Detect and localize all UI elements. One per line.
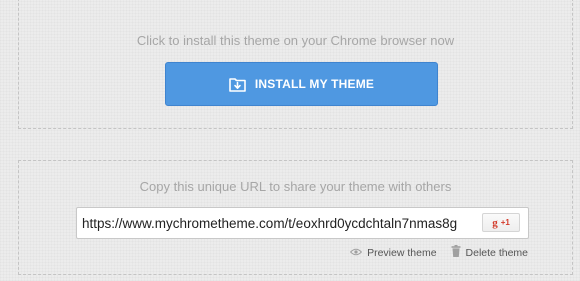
delete-theme-link[interactable]: Delete theme — [451, 245, 528, 260]
google-plus-one-button[interactable]: g +1 — [482, 213, 520, 232]
google-plus-icon: g — [492, 216, 498, 229]
preview-theme-link[interactable]: Preview theme — [349, 246, 437, 259]
theme-actions: Preview theme Delete theme — [349, 245, 528, 260]
install-caption: Click to install this theme on your Chro… — [136, 33, 455, 48]
preview-theme-label: Preview theme — [367, 246, 437, 259]
trash-icon — [451, 245, 461, 260]
install-panel: Click to install this theme on your Chro… — [18, 0, 573, 129]
folder-download-icon — [229, 77, 246, 92]
share-panel: Copy this unique URL to share your theme… — [18, 160, 573, 275]
share-caption: Copy this unique URL to share your theme… — [139, 179, 452, 194]
delete-theme-label: Delete theme — [465, 246, 528, 259]
install-theme-button[interactable]: INSTALL MY THEME — [165, 62, 438, 106]
share-url-box: g +1 — [76, 207, 529, 239]
share-url-input[interactable] — [77, 208, 481, 238]
eye-icon — [349, 247, 363, 259]
plus-one-label: +1 — [500, 218, 510, 227]
install-button-label: INSTALL MY THEME — [254, 77, 375, 91]
